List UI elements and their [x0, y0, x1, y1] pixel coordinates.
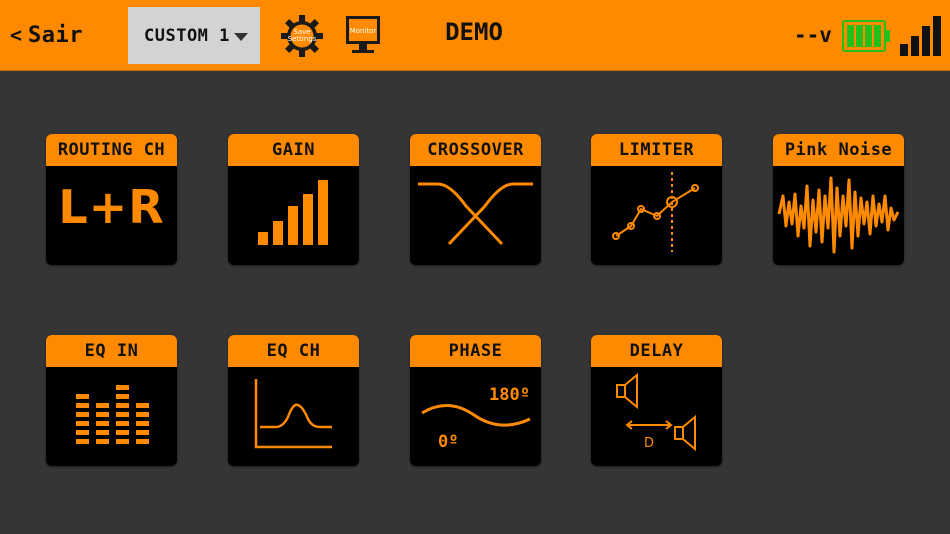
monitor-icon: Monitor [346, 16, 380, 53]
limiter-curve-icon [612, 172, 699, 252]
battery-icon [842, 20, 890, 52]
monitor-label: Monitor [350, 27, 377, 35]
preset-value: CUSTOM 1 [144, 25, 230, 46]
tile-label: LIMITER [618, 140, 695, 160]
back-button[interactable]: < Sair [10, 20, 83, 50]
voltage-readout: --v [794, 23, 832, 47]
crossover-icon [418, 182, 533, 246]
tile-phase[interactable]: PHASE 180º 0º [410, 335, 541, 466]
pink-noise-wave-icon [777, 176, 900, 254]
routing-lr-icon: L+R [46, 166, 177, 265]
gear-icon: Save Settings [281, 15, 323, 57]
tile-routing-ch[interactable]: ROUTING CH L+R [46, 134, 177, 265]
page-title: DEMO [445, 18, 503, 46]
routing-value: L+R [58, 180, 165, 234]
tile-limiter[interactable]: LIMITER [591, 134, 722, 265]
phase-lower-value: 0º [438, 432, 458, 452]
tile-label: CROSSOVER [427, 140, 524, 160]
back-label: Sair [28, 22, 84, 48]
save-settings-label-2: Settings [288, 35, 317, 43]
delay-speakers-icon: D [616, 372, 696, 452]
back-chevron-icon: < [10, 23, 23, 47]
tile-label: PHASE [448, 341, 503, 361]
top-bar: < Sair CUSTOM 1 Save Settings Monitor DE… [0, 0, 950, 71]
tile-crossover[interactable]: CROSSOVER [410, 134, 541, 265]
tile-gain[interactable]: GAIN [228, 134, 359, 265]
tile-delay[interactable]: DELAY D [591, 335, 722, 466]
delay-distance-label: D [644, 436, 654, 451]
save-settings-button[interactable]: Save Settings [280, 14, 324, 58]
chevron-down-icon [234, 33, 248, 41]
preset-dropdown[interactable]: CUSTOM 1 [128, 7, 260, 64]
signal-strength-icon [900, 16, 941, 56]
tile-label: EQ IN [84, 341, 139, 361]
tile-eq-in[interactable]: EQ IN [46, 335, 177, 466]
tile-label: ROUTING CH [57, 140, 166, 160]
tile-label: EQ CH [266, 341, 321, 361]
tile-eq-ch[interactable]: EQ CH [228, 335, 359, 466]
monitor-button[interactable]: Monitor [344, 14, 382, 56]
tile-pink-noise[interactable]: Pink Noise [773, 134, 904, 265]
tile-label: Pink Noise [784, 140, 893, 160]
eq-peak-curve-icon [254, 379, 332, 449]
tile-label: DELAY [629, 341, 684, 361]
phase-upper-value: 180º [489, 385, 530, 405]
gain-bars-icon [258, 180, 328, 245]
tile-label: GAIN [272, 140, 315, 160]
eq-bars-icon [76, 385, 149, 444]
phase-wave-icon: 180º 0º [421, 385, 531, 452]
